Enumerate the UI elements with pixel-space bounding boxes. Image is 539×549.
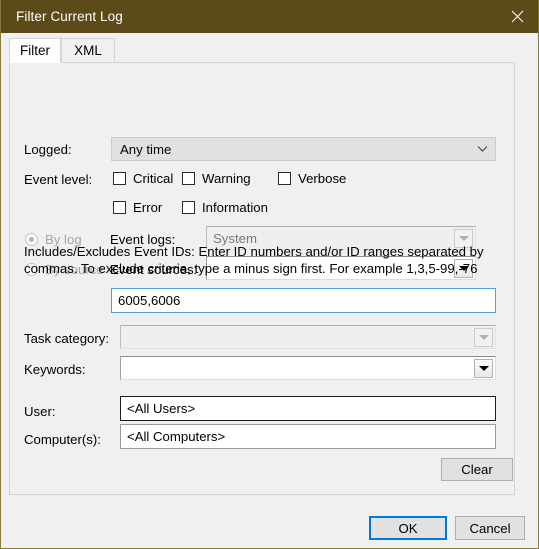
event-ids-input[interactable] xyxy=(111,288,496,313)
ok-button-label: OK xyxy=(398,520,418,536)
filter-tab-panel: Logged: Any time Event level: Critical W… xyxy=(9,62,515,495)
logged-value: Any time xyxy=(120,141,172,157)
checkbox-box xyxy=(113,172,126,185)
checkbox-critical[interactable]: Critical xyxy=(113,171,173,186)
user-input[interactable] xyxy=(120,396,496,421)
logged-label: Logged: xyxy=(24,142,72,157)
checkbox-box xyxy=(182,172,195,185)
checkbox-warning-label: Warning xyxy=(202,171,251,186)
checkbox-error-label: Error xyxy=(133,200,163,215)
title-bar: Filter Current Log xyxy=(1,0,538,33)
clear-button-label: Clear xyxy=(461,462,493,477)
computers-input[interactable] xyxy=(120,424,496,449)
task-category-label: Task category: xyxy=(24,331,110,346)
computers-label: Computer(s): xyxy=(24,432,101,447)
task-category-combo[interactable] xyxy=(120,325,496,349)
dropdown-arrow-icon xyxy=(474,358,493,378)
checkbox-critical-label: Critical xyxy=(133,171,174,186)
window-title: Filter Current Log xyxy=(16,9,123,24)
tab-xml-label: XML xyxy=(74,43,102,58)
checkbox-error[interactable]: Error xyxy=(113,200,162,215)
tab-filter[interactable]: Filter xyxy=(9,38,61,63)
tab-filter-label: Filter xyxy=(20,43,50,58)
logged-combo[interactable]: Any time xyxy=(111,137,496,161)
tab-xml[interactable]: XML xyxy=(61,38,115,63)
close-button[interactable] xyxy=(495,0,538,33)
checkbox-box xyxy=(182,201,195,214)
filter-current-log-dialog: Filter Current Log Filter XML Logged: An… xyxy=(0,0,539,549)
dropdown-arrow-icon xyxy=(474,327,493,347)
checkbox-box xyxy=(278,172,291,185)
keywords-label: Keywords: xyxy=(24,362,86,377)
user-label: User: xyxy=(24,404,56,419)
checkbox-warning[interactable]: Warning xyxy=(182,171,251,186)
checkbox-information-label: Information xyxy=(202,200,268,215)
cancel-button[interactable]: Cancel xyxy=(455,516,525,540)
close-icon xyxy=(511,10,524,23)
event-level-label: Event level: xyxy=(24,172,93,187)
clear-button[interactable]: Clear xyxy=(441,458,513,481)
checkbox-verbose[interactable]: Verbose xyxy=(278,171,346,186)
chevron-down-icon xyxy=(469,145,495,153)
checkbox-box xyxy=(113,201,126,214)
tab-strip: Filter XML xyxy=(9,38,515,63)
checkbox-verbose-label: Verbose xyxy=(298,171,347,186)
event-ids-description: Includes/Excludes Event IDs: Enter ID nu… xyxy=(24,244,484,276)
checkbox-information[interactable]: Information xyxy=(182,200,268,215)
ok-button[interactable]: OK xyxy=(369,516,447,540)
keywords-combo[interactable] xyxy=(120,356,496,380)
cancel-button-label: Cancel xyxy=(469,520,511,536)
